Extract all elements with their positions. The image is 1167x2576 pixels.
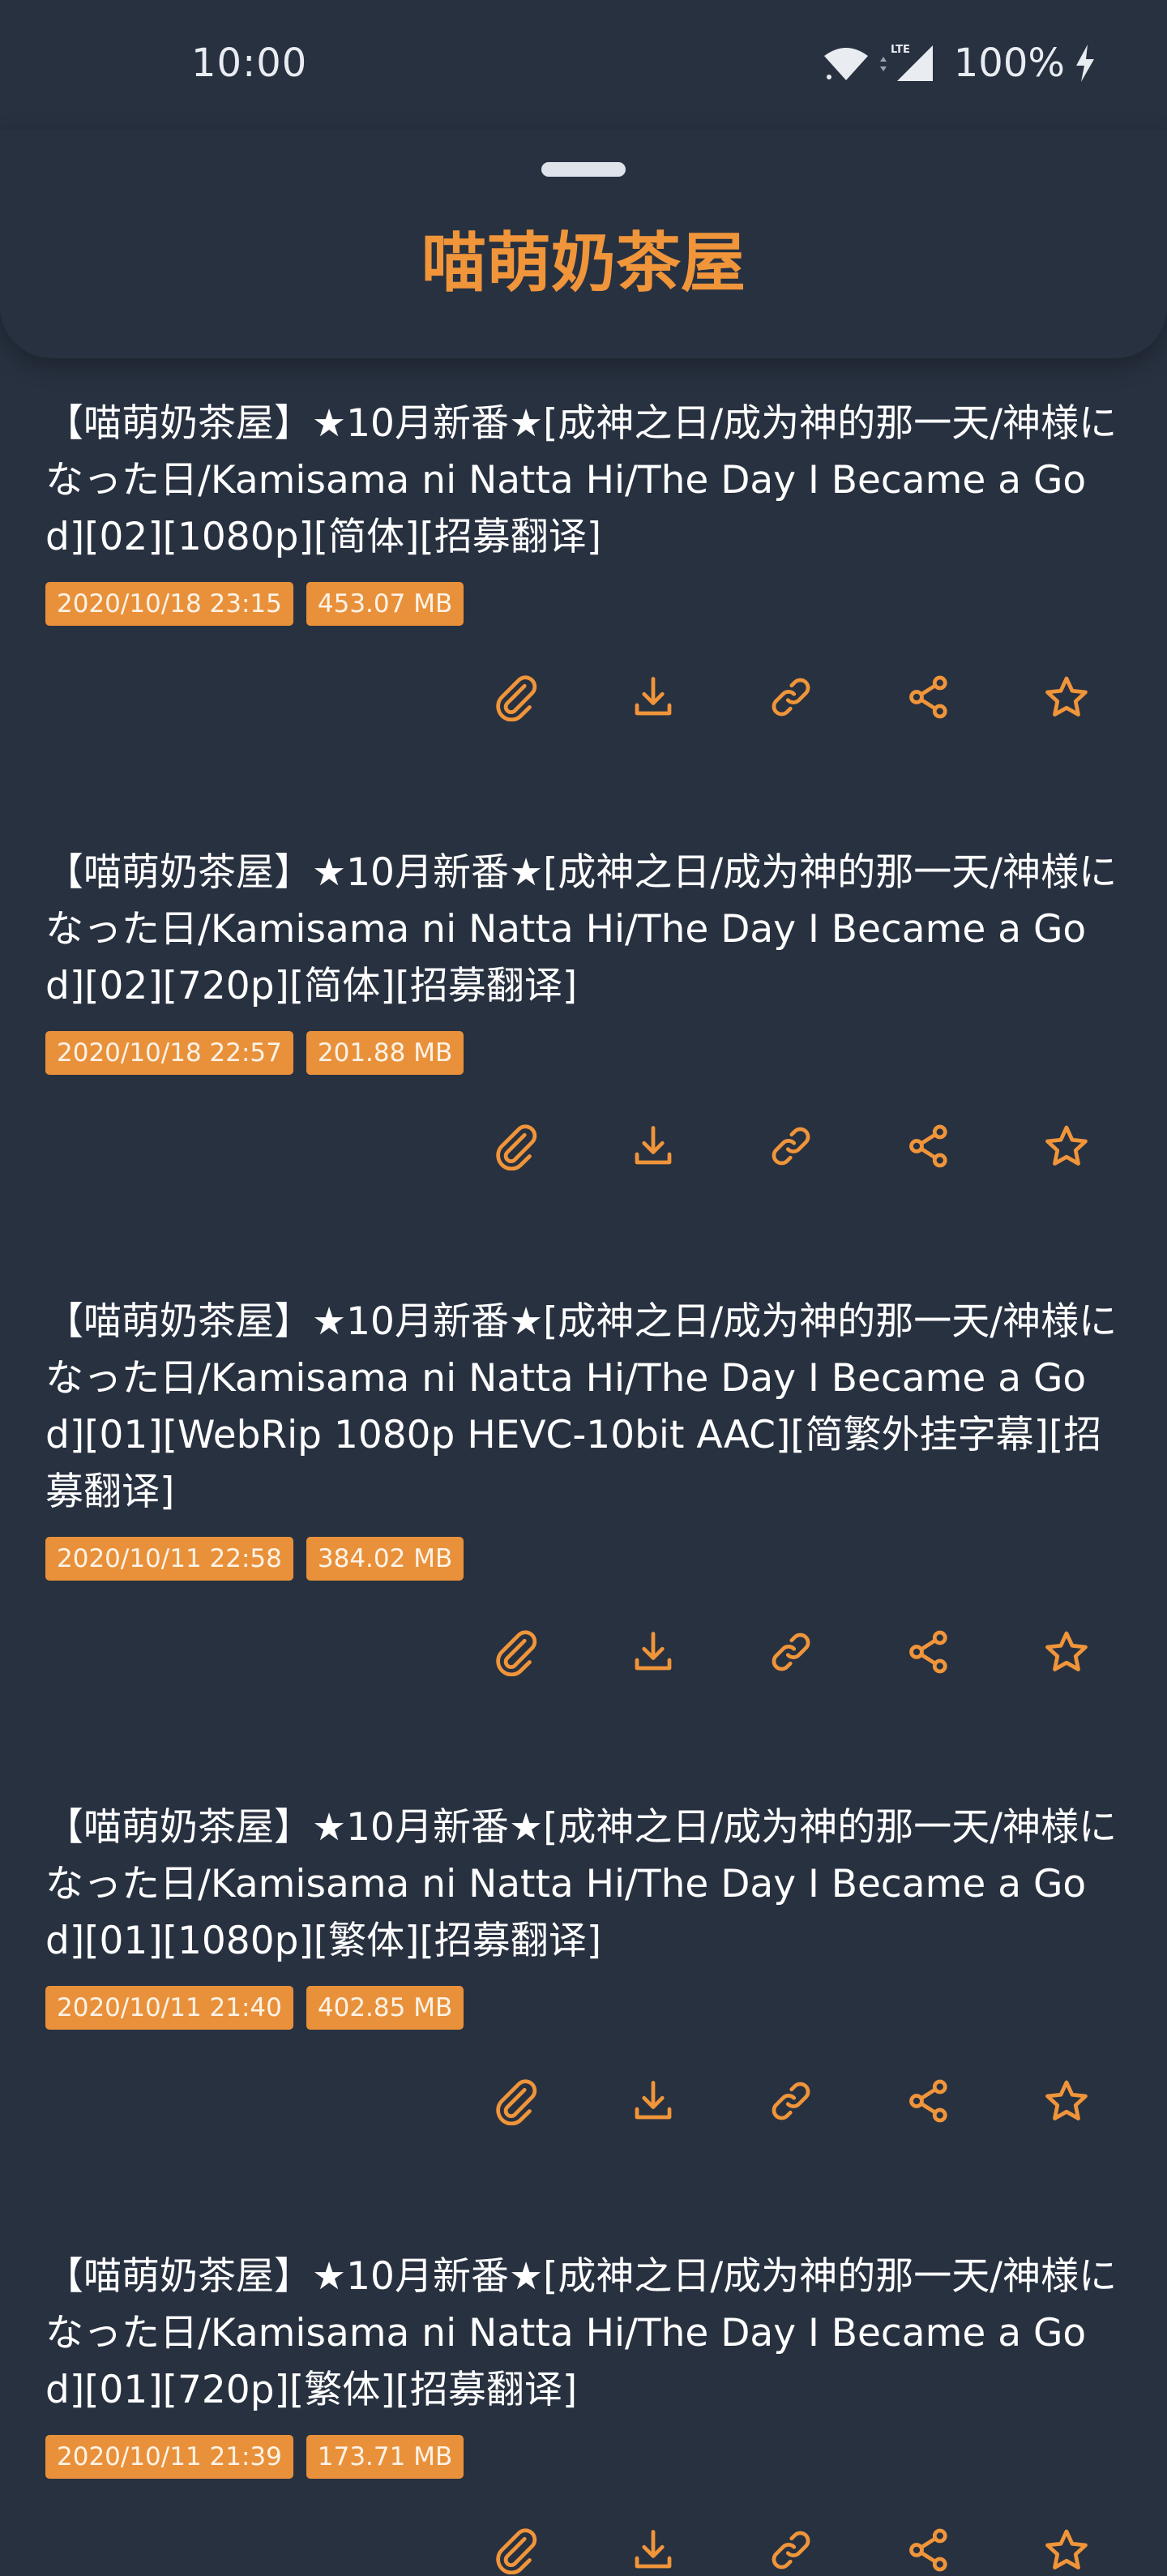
download-icon bbox=[635, 1126, 672, 1165]
favorite-button[interactable] bbox=[1042, 2077, 1091, 2125]
item-actions bbox=[45, 2524, 1122, 2576]
size-badge: 402.85 MB bbox=[306, 1986, 464, 2030]
share-icon bbox=[909, 675, 947, 719]
link-icon bbox=[772, 678, 810, 717]
download-icon bbox=[635, 2530, 672, 2569]
list-item[interactable]: 【喵萌奶茶屋】★10月新番★[成神之日/成为神的那一天/神様になった日/Kami… bbox=[0, 807, 1167, 1172]
item-meta: 2020/10/11 21:39 173.71 MB bbox=[45, 2435, 1122, 2479]
date-badge: 2020/10/18 23:15 bbox=[45, 582, 293, 626]
date-badge: 2020/10/18 22:57 bbox=[45, 1031, 293, 1075]
item-meta: 2020/10/11 21:40 402.85 MB bbox=[45, 1986, 1122, 2030]
link-icon bbox=[772, 2082, 810, 2120]
attachment-icon bbox=[496, 675, 537, 721]
copy-link-button[interactable] bbox=[767, 2526, 815, 2574]
item-actions bbox=[45, 671, 1122, 723]
wifi-icon bbox=[823, 48, 868, 80]
copy-link-button[interactable] bbox=[767, 2077, 815, 2125]
attachment-icon bbox=[496, 2079, 537, 2125]
download-button[interactable] bbox=[629, 1122, 678, 1170]
download-icon bbox=[635, 2081, 672, 2120]
attachment-icon bbox=[496, 1630, 537, 1676]
star-icon bbox=[1045, 2529, 1088, 2570]
copy-link-button[interactable] bbox=[767, 1628, 815, 1676]
download-button[interactable] bbox=[629, 2526, 678, 2574]
date-badge: 2020/10/11 22:58 bbox=[45, 1537, 293, 1581]
copy-link-button[interactable] bbox=[767, 1122, 815, 1170]
size-badge: 384.02 MB bbox=[306, 1537, 464, 1581]
charging-icon bbox=[1076, 45, 1094, 82]
star-icon bbox=[1045, 676, 1088, 717]
attachment-button[interactable] bbox=[491, 1628, 540, 1676]
item-actions bbox=[45, 1120, 1122, 1172]
share-icon bbox=[909, 2079, 947, 2123]
star-icon bbox=[1045, 1125, 1088, 1166]
share-button[interactable] bbox=[904, 2526, 953, 2574]
item-title: 【喵萌奶茶屋】★10月新番★[成神之日/成为神的那一天/神様になった日/Kami… bbox=[45, 850, 1118, 1008]
share-icon bbox=[909, 1124, 947, 1168]
download-button[interactable] bbox=[629, 2077, 678, 2125]
favorite-button[interactable] bbox=[1042, 673, 1091, 721]
item-actions bbox=[45, 2075, 1122, 2127]
list-item[interactable]: 【喵萌奶茶屋】★10月新番★[成神之日/成为神的那一天/神様になった日/Kami… bbox=[0, 1762, 1167, 2127]
attachment-button[interactable] bbox=[491, 1122, 540, 1170]
share-icon bbox=[909, 1630, 947, 1674]
date-badge: 2020/10/11 21:39 bbox=[45, 2435, 293, 2479]
item-title: 【喵萌奶茶屋】★10月新番★[成神之日/成为神的那一天/神様になった日/Kami… bbox=[45, 401, 1118, 559]
favorite-button[interactable] bbox=[1042, 1628, 1091, 1676]
copy-link-button[interactable] bbox=[767, 673, 815, 721]
size-badge: 453.07 MB bbox=[306, 582, 464, 626]
lte-signal-icon: LTE bbox=[879, 44, 933, 81]
item-meta: 2020/10/18 23:15 453.07 MB bbox=[45, 582, 1122, 626]
bottom-sheet-header: 喵萌奶茶屋 bbox=[0, 130, 1167, 358]
drag-handle[interactable] bbox=[541, 162, 626, 177]
link-icon bbox=[772, 1632, 810, 1671]
list-item[interactable]: 【喵萌奶茶屋】★10月新番★[成神之日/成为神的那一天/神様になった日/Kami… bbox=[0, 2211, 1167, 2576]
list-item[interactable]: 【喵萌奶茶屋】★10月新番★[成神之日/成为神的那一天/神様になった日/Kami… bbox=[0, 1256, 1167, 1678]
star-icon bbox=[1045, 2080, 1088, 2120]
download-button[interactable] bbox=[629, 673, 678, 721]
item-meta: 2020/10/18 22:57 201.88 MB bbox=[45, 1031, 1122, 1075]
torrent-list: 【喵萌奶茶屋】★10月新番★[成神之日/成为神的那一天/神様になった日/Kami… bbox=[0, 358, 1167, 2576]
attachment-icon bbox=[496, 2528, 537, 2574]
item-meta: 2020/10/11 22:58 384.02 MB bbox=[45, 1537, 1122, 1581]
item-title: 【喵萌奶茶屋】★10月新番★[成神之日/成为神的那一天/神様になった日/Kami… bbox=[45, 1299, 1118, 1514]
list-item[interactable]: 【喵萌奶茶屋】★10月新番★[成神之日/成为神的那一天/神様になった日/Kami… bbox=[0, 358, 1167, 723]
star-icon bbox=[1045, 1631, 1088, 1671]
download-button[interactable] bbox=[629, 1628, 678, 1676]
link-icon bbox=[772, 2531, 810, 2570]
sheet-title: 喵萌奶茶屋 bbox=[421, 225, 746, 301]
status-time: 10:00 bbox=[191, 41, 308, 86]
date-badge: 2020/10/11 21:40 bbox=[45, 1986, 293, 2030]
attachment-button[interactable] bbox=[491, 2526, 540, 2574]
download-icon bbox=[635, 1632, 672, 1671]
battery-level: 100% bbox=[953, 41, 1065, 86]
share-button[interactable] bbox=[904, 673, 953, 721]
download-icon bbox=[635, 677, 672, 716]
item-title: 【喵萌奶茶屋】★10月新番★[成神之日/成为神的那一天/神様になった日/Kami… bbox=[45, 1805, 1118, 1963]
favorite-button[interactable] bbox=[1042, 2526, 1091, 2574]
status-bar: 10:00 LTE 100% bbox=[0, 0, 1167, 130]
share-button[interactable] bbox=[904, 1122, 953, 1170]
item-title: 【喵萌奶茶屋】★10月新番★[成神之日/成为神的那一天/神様になった日/Kami… bbox=[45, 2254, 1118, 2412]
item-actions bbox=[45, 1626, 1122, 1678]
size-badge: 173.71 MB bbox=[306, 2435, 464, 2479]
attachment-button[interactable] bbox=[491, 673, 540, 721]
status-indicators: LTE 100% bbox=[823, 37, 1097, 89]
link-icon bbox=[772, 1127, 810, 1166]
attachment-icon bbox=[496, 1124, 537, 1170]
lte-label: LTE bbox=[891, 44, 910, 56]
size-badge: 201.88 MB bbox=[306, 1031, 464, 1075]
share-button[interactable] bbox=[904, 1628, 953, 1676]
share-button[interactable] bbox=[904, 2077, 953, 2125]
share-icon bbox=[909, 2528, 947, 2572]
favorite-button[interactable] bbox=[1042, 1122, 1091, 1170]
attachment-button[interactable] bbox=[491, 2077, 540, 2125]
